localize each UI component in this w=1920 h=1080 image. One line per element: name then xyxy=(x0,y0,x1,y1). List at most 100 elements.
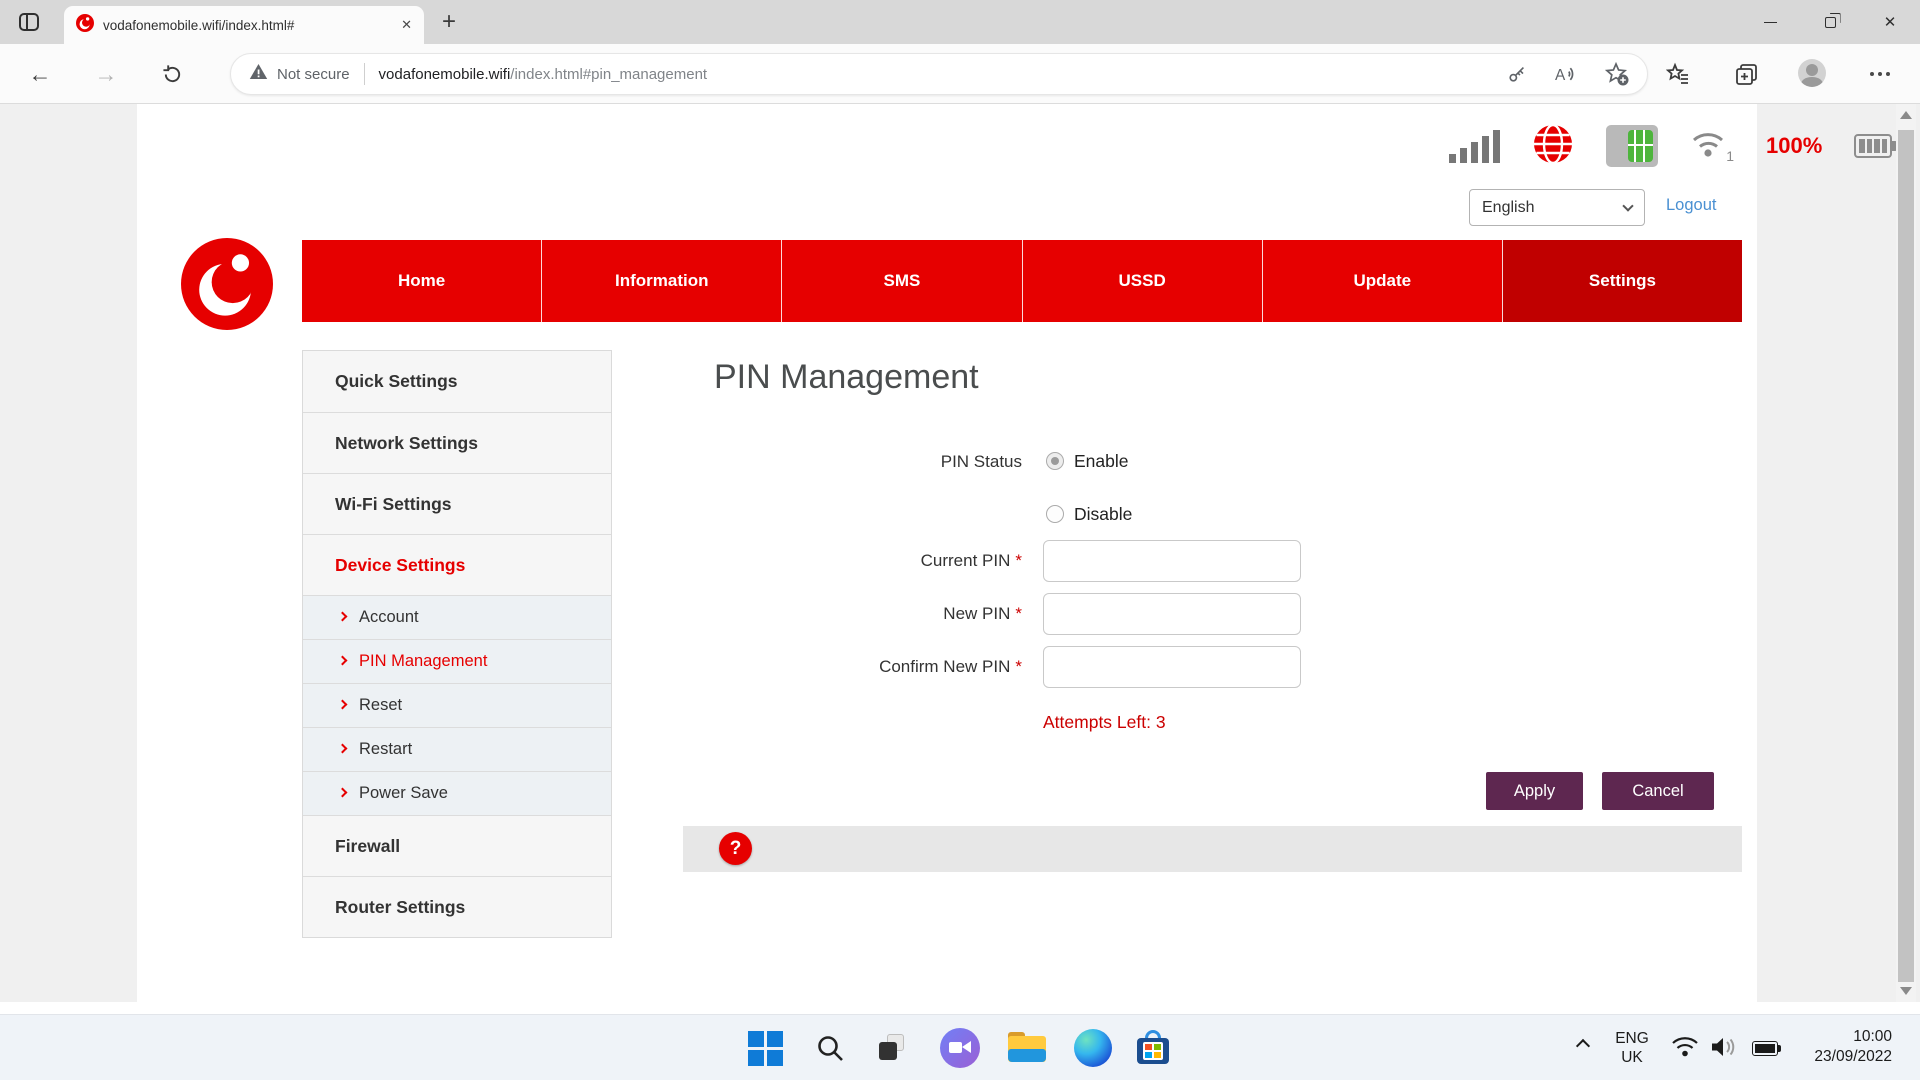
collections-icon[interactable] xyxy=(1732,60,1760,88)
tray-battery-icon[interactable] xyxy=(1752,1041,1782,1056)
chat-icon[interactable] xyxy=(939,1027,981,1069)
start-button[interactable] xyxy=(744,1027,786,1069)
current-pin-label: Current PIN* xyxy=(650,551,1022,571)
scrollbar-thumb[interactable] xyxy=(1898,130,1914,982)
tab-close-icon[interactable]: ✕ xyxy=(401,17,412,33)
nav-settings[interactable]: Settings xyxy=(1502,240,1742,322)
battery-icon xyxy=(1854,132,1898,160)
chevron-right-icon xyxy=(338,655,348,665)
scroll-down-icon[interactable] xyxy=(1896,980,1916,1002)
tray-volume-icon[interactable] xyxy=(1706,1030,1740,1064)
nav-update[interactable]: Update xyxy=(1262,240,1502,322)
tray-time: 10:00 xyxy=(1814,1027,1892,1047)
security-label[interactable]: Not secure xyxy=(277,66,350,83)
nav-home[interactable]: Home xyxy=(302,240,541,322)
nav-ussd[interactable]: USSD xyxy=(1022,240,1262,322)
help-icon[interactable]: ? xyxy=(719,832,752,865)
sidebar-item-firewall[interactable]: Firewall xyxy=(303,815,611,876)
current-pin-input[interactable] xyxy=(1043,540,1301,582)
chevron-right-icon xyxy=(338,743,348,753)
task-view-icon[interactable] xyxy=(871,1027,913,1069)
file-explorer-icon[interactable] xyxy=(1006,1027,1048,1069)
back-icon[interactable]: ← xyxy=(18,44,62,104)
browser-titlebar: vodafonemobile.wifi/index.html# ✕ + ✕ xyxy=(0,0,1920,44)
apply-button[interactable]: Apply xyxy=(1486,772,1583,810)
settings-sidebar: Quick Settings Network Settings Wi-Fi Se… xyxy=(302,350,612,938)
hidden-icons-chevron[interactable] xyxy=(1576,1039,1590,1053)
window-controls: ✕ xyxy=(1740,0,1920,44)
favorites-icon[interactable] xyxy=(1664,60,1692,88)
chevron-down-icon xyxy=(1622,200,1633,211)
pin-status-enable-radio[interactable] xyxy=(1046,452,1064,470)
logout-link[interactable]: Logout xyxy=(1666,196,1716,215)
sidebar-item-wifi-settings[interactable]: Wi-Fi Settings xyxy=(303,473,611,534)
pin-status-enable-label[interactable]: Enable xyxy=(1074,451,1129,472)
signal-strength-icon xyxy=(1449,129,1500,163)
tray-clock[interactable]: 10:00 23/09/2022 xyxy=(1814,1027,1892,1067)
address-bar[interactable]: Not secure vodafonemobile.wifi /index.ht… xyxy=(230,53,1648,95)
minimize-icon[interactable] xyxy=(1740,0,1800,44)
cancel-button[interactable]: Cancel xyxy=(1602,772,1714,810)
sidebar-item-quick-settings[interactable]: Quick Settings xyxy=(303,351,611,412)
page-title: PIN Management xyxy=(714,358,979,397)
pin-status-disable-label[interactable]: Disable xyxy=(1074,504,1132,525)
language-select[interactable]: English xyxy=(1469,189,1645,226)
sim-card-icon xyxy=(1606,125,1658,167)
sidebar-item-restart[interactable]: Restart xyxy=(303,727,611,771)
confirm-new-pin-label: Confirm New PIN* xyxy=(650,657,1022,677)
search-icon[interactable] xyxy=(809,1027,851,1069)
sidebar-item-pin-management[interactable]: PIN Management xyxy=(303,639,611,683)
sidebar-item-device-settings[interactable]: Device Settings xyxy=(303,534,611,595)
forward-icon: → xyxy=(84,44,128,104)
browser-toolbar: ← → Not secure vodafonemobile.wifi /inde… xyxy=(0,44,1920,104)
settings-menu-icon[interactable] xyxy=(1866,60,1894,88)
confirm-new-pin-input[interactable] xyxy=(1043,646,1301,688)
pin-status-disable-radio[interactable] xyxy=(1046,505,1064,523)
nav-sms[interactable]: SMS xyxy=(781,240,1021,322)
sidebar-item-router-settings[interactable]: Router Settings xyxy=(303,876,611,937)
close-icon[interactable]: ✕ xyxy=(1860,0,1920,44)
restore-icon[interactable] xyxy=(1800,0,1860,44)
screen: vodafonemobile.wifi/index.html# ✕ + ✕ ← … xyxy=(0,0,1920,1080)
router-page: 1 100% English Logout Home Information xyxy=(137,104,1757,1002)
tab-title: vodafonemobile.wifi/index.html# xyxy=(103,18,392,33)
new-tab-icon[interactable]: + xyxy=(442,8,456,36)
required-asterisk: * xyxy=(1015,604,1022,623)
new-pin-input[interactable] xyxy=(1043,593,1301,635)
url-host[interactable]: vodafonemobile.wifi xyxy=(379,66,511,83)
not-secure-icon xyxy=(249,63,268,85)
required-asterisk: * xyxy=(1015,657,1022,676)
tray-language[interactable]: ENG UK xyxy=(1608,1029,1656,1067)
required-asterisk: * xyxy=(1015,551,1022,570)
add-favorite-icon[interactable] xyxy=(1605,62,1629,86)
chevron-right-icon xyxy=(338,787,348,797)
tray-wifi-icon[interactable] xyxy=(1668,1030,1702,1064)
sidebar-item-reset[interactable]: Reset xyxy=(303,683,611,727)
read-aloud-icon[interactable]: A xyxy=(1554,63,1579,85)
device-status-row: 1 100% xyxy=(1449,118,1898,174)
help-bar: ? xyxy=(683,826,1742,872)
browser-tab[interactable]: vodafonemobile.wifi/index.html# ✕ xyxy=(64,6,424,44)
sidebar-item-network-settings[interactable]: Network Settings xyxy=(303,412,611,473)
chevron-right-icon xyxy=(338,699,348,709)
svg-text:A: A xyxy=(1555,67,1566,84)
tab-actions-icon[interactable] xyxy=(16,9,42,35)
nav-information[interactable]: Information xyxy=(541,240,781,322)
sidebar-item-power-save[interactable]: Power Save xyxy=(303,771,611,815)
scroll-up-icon[interactable] xyxy=(1896,104,1916,126)
sidebar-item-account[interactable]: Account xyxy=(303,595,611,639)
battery-percent: 100% xyxy=(1766,133,1822,159)
wifi-clients-icon: 1 xyxy=(1690,128,1734,164)
refresh-icon[interactable] xyxy=(150,44,194,104)
windows-taskbar: ENG UK 10:00 23/09/2022 xyxy=(0,1014,1920,1080)
url-path[interactable]: /index.html#pin_management xyxy=(510,66,707,83)
url-divider xyxy=(364,63,365,85)
password-key-icon[interactable] xyxy=(1506,63,1528,85)
vertical-scrollbar[interactable] xyxy=(1896,104,1916,1002)
vodafone-favicon xyxy=(76,14,94,37)
new-pin-label: New PIN* xyxy=(650,604,1022,624)
edge-browser-icon[interactable] xyxy=(1072,1027,1114,1069)
microsoft-store-icon[interactable] xyxy=(1132,1027,1174,1069)
wifi-client-count: 1 xyxy=(1726,148,1734,164)
profile-avatar[interactable] xyxy=(1798,59,1826,87)
